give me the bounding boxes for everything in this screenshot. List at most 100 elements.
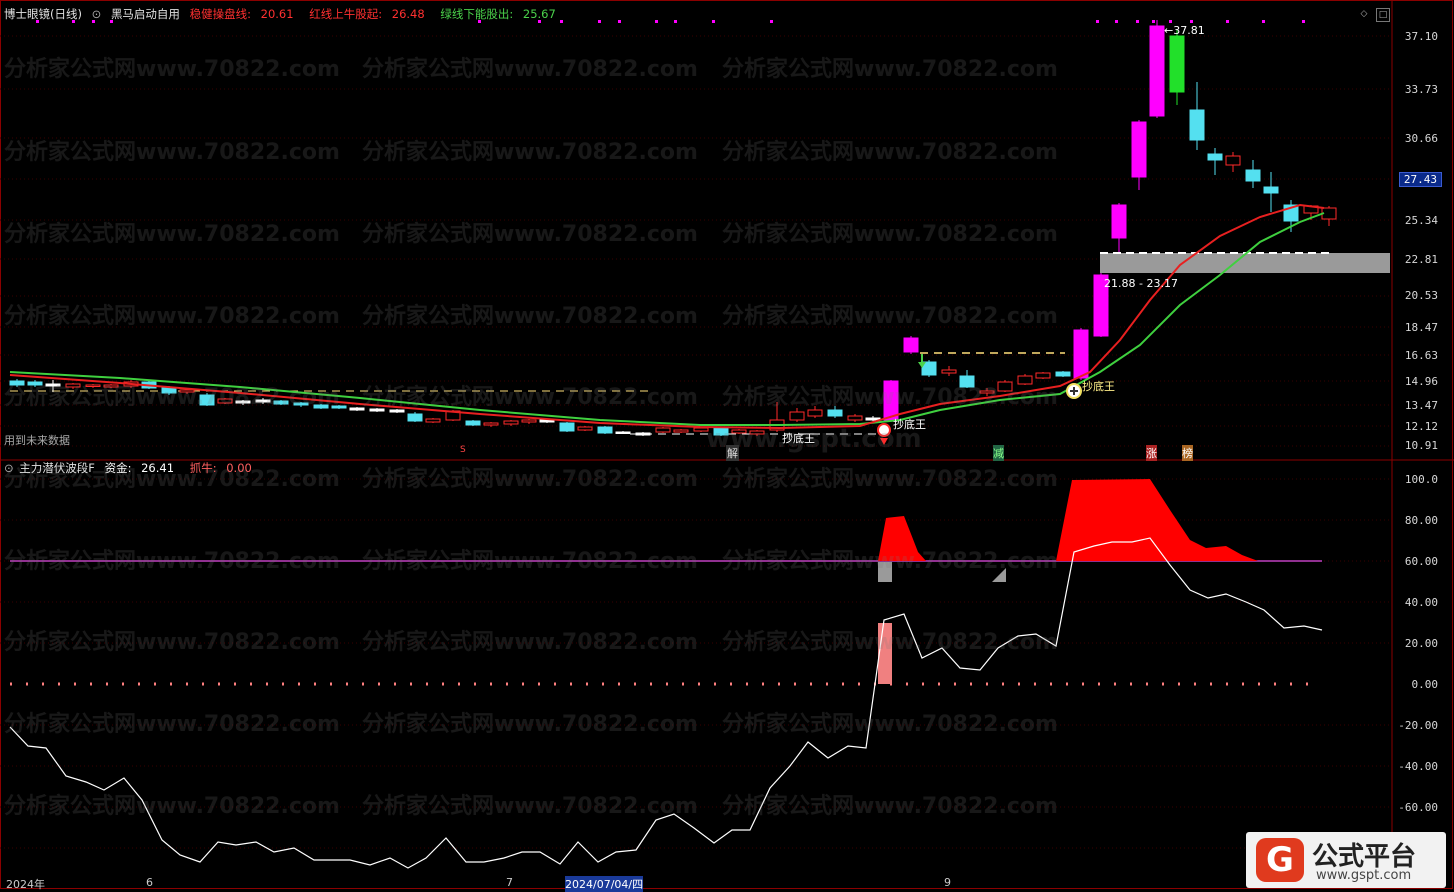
- candle: [847, 414, 863, 422]
- logo-glyph: G: [1256, 838, 1304, 882]
- candle: [635, 432, 651, 436]
- candle: [217, 398, 233, 404]
- value-tick: 40.00: [1404, 596, 1438, 609]
- diamond-icon[interactable]: ◇: [1358, 8, 1370, 20]
- value-tick: 0.00: [1411, 678, 1439, 691]
- bull-area-fill: [878, 516, 926, 561]
- price-zone-box: [1100, 253, 1390, 273]
- top-panel-header: 博士眼镜(日线) ⊙ 黑马启动自用 稳健操盘线: 20.61 红线上牛股起: 2…: [4, 6, 568, 22]
- candle: [27, 380, 43, 387]
- candle: [1017, 374, 1033, 385]
- candle: [103, 384, 119, 388]
- marker-label-5: S: [460, 445, 466, 455]
- item-value: 26.48: [391, 7, 425, 21]
- grey-bar: [878, 562, 892, 582]
- indicator-item-1: 资金: 26.41: [105, 461, 184, 475]
- high-value: 37.81: [1173, 24, 1205, 37]
- candle: [959, 370, 975, 388]
- candle: [503, 420, 519, 426]
- candle: [313, 404, 329, 409]
- candle: [731, 429, 747, 434]
- indicator-name[interactable]: 主力潜伏波段F: [19, 461, 95, 475]
- signal-label-2: 抄底王: [782, 432, 815, 445]
- candle: [407, 412, 423, 422]
- candle: [655, 427, 671, 433]
- candle: [615, 431, 631, 434]
- candle: [903, 336, 919, 354]
- item-label: 红线上牛股起:: [309, 7, 383, 21]
- candle: [273, 400, 289, 405]
- price-tick: 37.10: [1404, 30, 1438, 43]
- gspt-logo: G 公式平台 www.gspt.com: [1246, 832, 1446, 888]
- marker-label-2: 减: [993, 445, 1004, 461]
- item-value: 25.67: [522, 7, 556, 21]
- price-tick: 16.63: [1404, 349, 1438, 362]
- candle: [789, 408, 805, 422]
- price-tick: 18.47: [1404, 321, 1438, 334]
- time-tick: 6: [146, 876, 153, 889]
- price-tick: 33.73: [1404, 83, 1438, 96]
- marker-label-3: 涨: [1146, 445, 1157, 461]
- buy-signal-icon-2: [1066, 383, 1082, 399]
- candle: [597, 426, 613, 434]
- indicator-name[interactable]: 黑马启动自用: [111, 7, 180, 21]
- price-tick: 25.34: [1404, 214, 1438, 227]
- indicator-item-1: 稳健操盘线: 20.61: [190, 7, 304, 21]
- current-price-badge: 27.43: [1398, 172, 1442, 187]
- time-cursor-label: 2024/07/04/四: [565, 876, 644, 892]
- collapse-icon[interactable]: ⊙: [92, 7, 102, 21]
- time-tick: 2024年: [6, 878, 45, 891]
- candle: [749, 430, 765, 436]
- candle: [713, 427, 729, 436]
- item-value: 20.61: [260, 7, 294, 21]
- candle: [465, 420, 481, 426]
- candle: [521, 419, 537, 424]
- item-label: 抓牛:: [189, 461, 217, 475]
- time-tick: 9: [944, 876, 951, 889]
- buy-signal-icon: [877, 423, 891, 445]
- candle: [1131, 120, 1147, 190]
- price-tick: 22.81: [1404, 253, 1438, 266]
- candle: [389, 409, 405, 413]
- candle: [1207, 148, 1223, 175]
- item-label: 资金:: [104, 461, 132, 475]
- candle: [941, 366, 957, 376]
- price-tick: 14.96: [1404, 375, 1438, 388]
- candle: [349, 407, 365, 411]
- item-value: 0.00: [226, 461, 252, 475]
- candlestick-series: [9, 20, 1337, 436]
- fund-line-series: [9, 537, 1323, 869]
- candle: [1169, 30, 1185, 105]
- indicator-item-2: 抓牛: 0.00: [190, 461, 258, 475]
- candle: [577, 426, 593, 431]
- candle: [255, 398, 271, 404]
- candle: [9, 379, 25, 387]
- value-tick: 80.00: [1404, 514, 1438, 527]
- price-tick: 10.91: [1404, 439, 1438, 452]
- marker-label-4: 榜: [1182, 445, 1193, 461]
- value-tick: -60.00: [1398, 801, 1438, 814]
- collapse-icon[interactable]: ⊙: [4, 461, 14, 475]
- candle: [199, 393, 215, 406]
- item-label: 绿线下能股出:: [440, 7, 514, 21]
- candle: [1055, 371, 1071, 377]
- candle: [1073, 328, 1089, 380]
- candle: [673, 429, 689, 433]
- high-price-label: ←37.81: [1164, 24, 1205, 37]
- indicator-item-2: 红线上牛股起: 26.48: [309, 7, 434, 21]
- signal-label-1: 抄底王: [893, 418, 926, 431]
- candle: [369, 408, 385, 412]
- candle: [85, 384, 101, 388]
- candle: [45, 380, 61, 392]
- candle: [1245, 160, 1261, 188]
- stock-title[interactable]: 博士眼镜(日线): [4, 7, 82, 21]
- candle: [425, 418, 441, 423]
- bottom-panel-header: ⊙ 主力潜伏波段F 资金: 26.41 抓牛: 0.00: [4, 460, 264, 476]
- item-label: 稳健操盘线:: [189, 7, 251, 21]
- zone-range-label: 21.88 - 23.17: [1104, 277, 1178, 290]
- candle: [483, 422, 499, 427]
- candle: [979, 388, 995, 396]
- candle: [293, 402, 309, 407]
- item-value: 26.41: [141, 461, 175, 475]
- maximize-icon[interactable]: □: [1376, 8, 1390, 22]
